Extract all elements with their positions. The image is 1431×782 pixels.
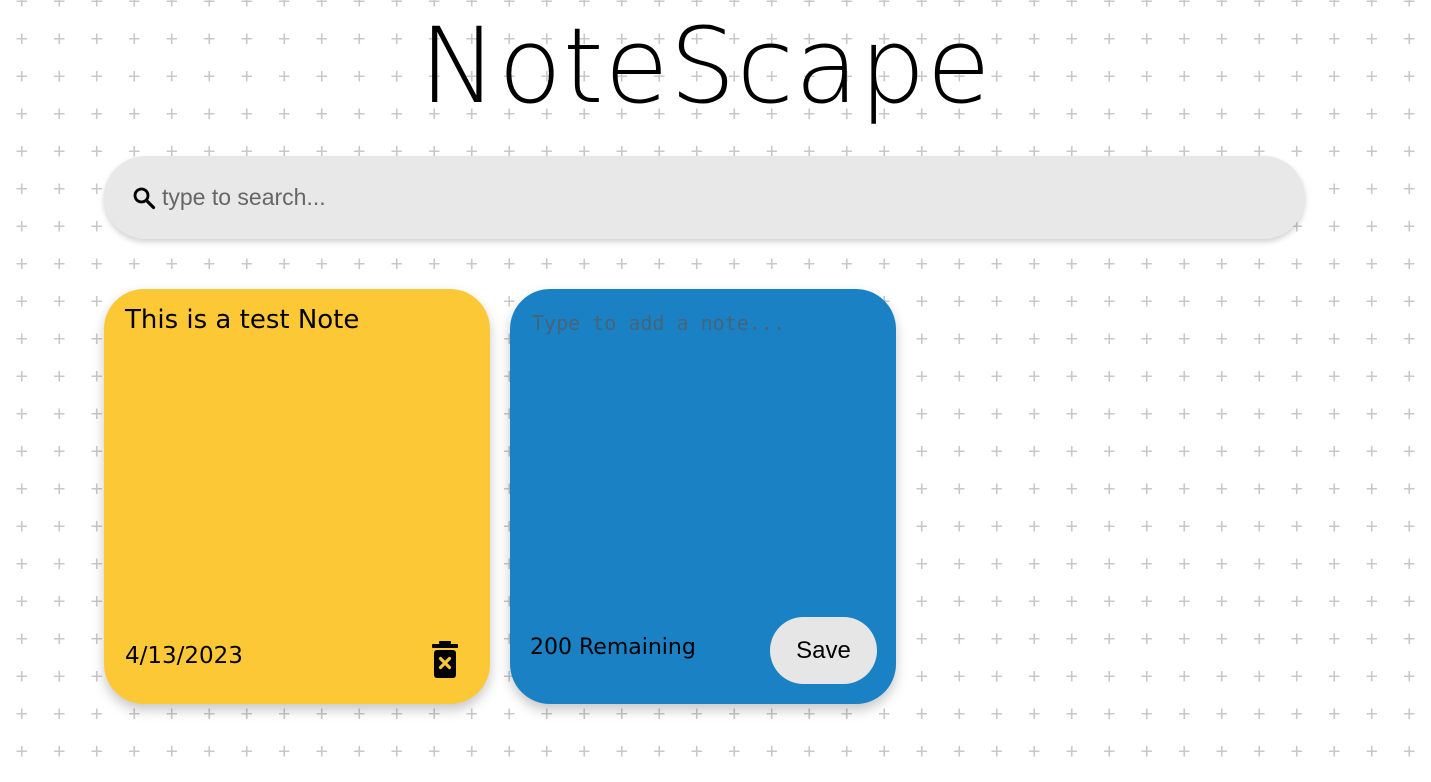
save-button[interactable]: Save [770,617,877,684]
note-text: This is a test Note [125,305,360,335]
new-note-card: 200 Remaining Save [510,289,896,704]
remaining-count: 200 Remaining [530,635,696,660]
note-date: 4/13/2023 [125,643,243,669]
app-title: NoteScape [419,5,992,127]
search-bar[interactable] [104,156,1305,239]
search-input[interactable] [162,184,1262,211]
note-card: This is a test Note 4/13/2023 [104,289,490,704]
trash-x-icon[interactable] [430,640,460,680]
new-note-textarea[interactable] [532,311,872,611]
search-icon [132,186,156,210]
